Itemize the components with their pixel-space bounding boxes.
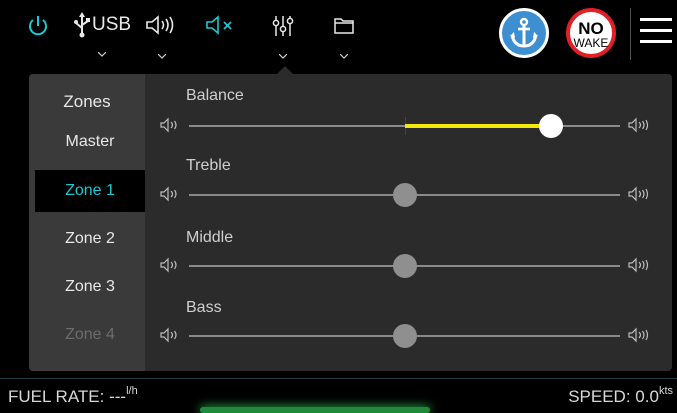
speaker-icon (628, 117, 649, 133)
speaker-min-icon (160, 327, 180, 348)
fuel-rate-unit: l/h (126, 385, 138, 397)
fuel-rate: FUEL RATE: ---l/h (8, 385, 138, 407)
speed: SPEED: 0.0kts (568, 385, 673, 407)
folder-icon (334, 18, 354, 34)
folder-button[interactable] (333, 14, 355, 59)
zones-title: Zones (63, 92, 111, 111)
usb-icon (74, 12, 90, 38)
balance-fill (404, 124, 552, 128)
speaker-icon (160, 327, 177, 343)
speaker-icon (160, 186, 177, 202)
anchor-badge[interactable] (499, 8, 549, 58)
volume-icon (146, 15, 174, 35)
volume-button[interactable] (145, 14, 179, 59)
anchor-icon (510, 17, 538, 48)
menu-button[interactable] (640, 18, 672, 48)
zone-item-zone-3[interactable]: Zone 3 (35, 266, 145, 308)
power-button[interactable] (27, 14, 49, 38)
no-wake-line2: WAKE (573, 36, 609, 50)
menu-icon (640, 18, 672, 43)
speed-value: 0.0 (635, 387, 659, 406)
no-wake-line1: NO (578, 19, 604, 38)
no-wake-badge[interactable]: NO WAKE (566, 8, 616, 58)
chevron-down-icon (158, 54, 166, 59)
speaker-max-icon (628, 186, 654, 207)
speaker-icon (628, 186, 649, 202)
bottom-glow-indicator (200, 407, 430, 413)
equalizer-button[interactable] (272, 14, 294, 59)
fuel-rate-label: FUEL RATE: (8, 387, 105, 406)
usb-source-button[interactable]: USB (73, 12, 132, 57)
bass-label: Bass (186, 299, 222, 316)
balance-slider-knob[interactable] (539, 114, 564, 138)
zone-item-zone-1[interactable]: Zone 1 (35, 170, 145, 212)
middle-slider-knob[interactable] (392, 254, 417, 278)
zone-item-zone-4: Zone 4 (65, 326, 115, 343)
speed-unit: kts (658, 385, 673, 397)
speaker-max-icon (628, 327, 654, 348)
speaker-min-icon (160, 186, 180, 207)
speaker-min-icon (160, 117, 180, 138)
speaker-icon (628, 327, 649, 343)
power-icon (29, 16, 47, 36)
treble-label: Treble (186, 157, 231, 174)
mute-icon (206, 15, 232, 35)
usb-label: USB (92, 14, 132, 35)
zone-item-master[interactable]: Master (35, 121, 145, 163)
zones-list: Zones Master Zone 1 Zone 2 Zone 3 Zone 4 (29, 74, 145, 371)
zone-item-zone-2[interactable]: Zone 2 (35, 218, 145, 260)
balance-label: Balance (186, 87, 244, 104)
treble-slider-knob[interactable] (392, 183, 417, 207)
speaker-max-icon (628, 117, 654, 138)
equalizer-icon (272, 16, 294, 36)
mute-button[interactable] (205, 14, 237, 36)
bass-slider-knob[interactable] (392, 324, 417, 348)
chevron-down-icon (279, 54, 287, 59)
top-bar: USB NO WAKE (0, 0, 677, 68)
speaker-icon (628, 257, 649, 273)
speaker-icon (160, 117, 177, 133)
speaker-min-icon (160, 257, 180, 278)
speaker-max-icon (628, 257, 654, 278)
topbar-divider (630, 8, 631, 60)
fuel-rate-value: --- (109, 387, 127, 406)
chevron-down-icon (98, 52, 107, 57)
middle-label: Middle (186, 229, 234, 246)
speaker-icon (160, 257, 177, 273)
speed-label: SPEED: (568, 387, 631, 406)
chevron-down-icon (340, 54, 348, 59)
